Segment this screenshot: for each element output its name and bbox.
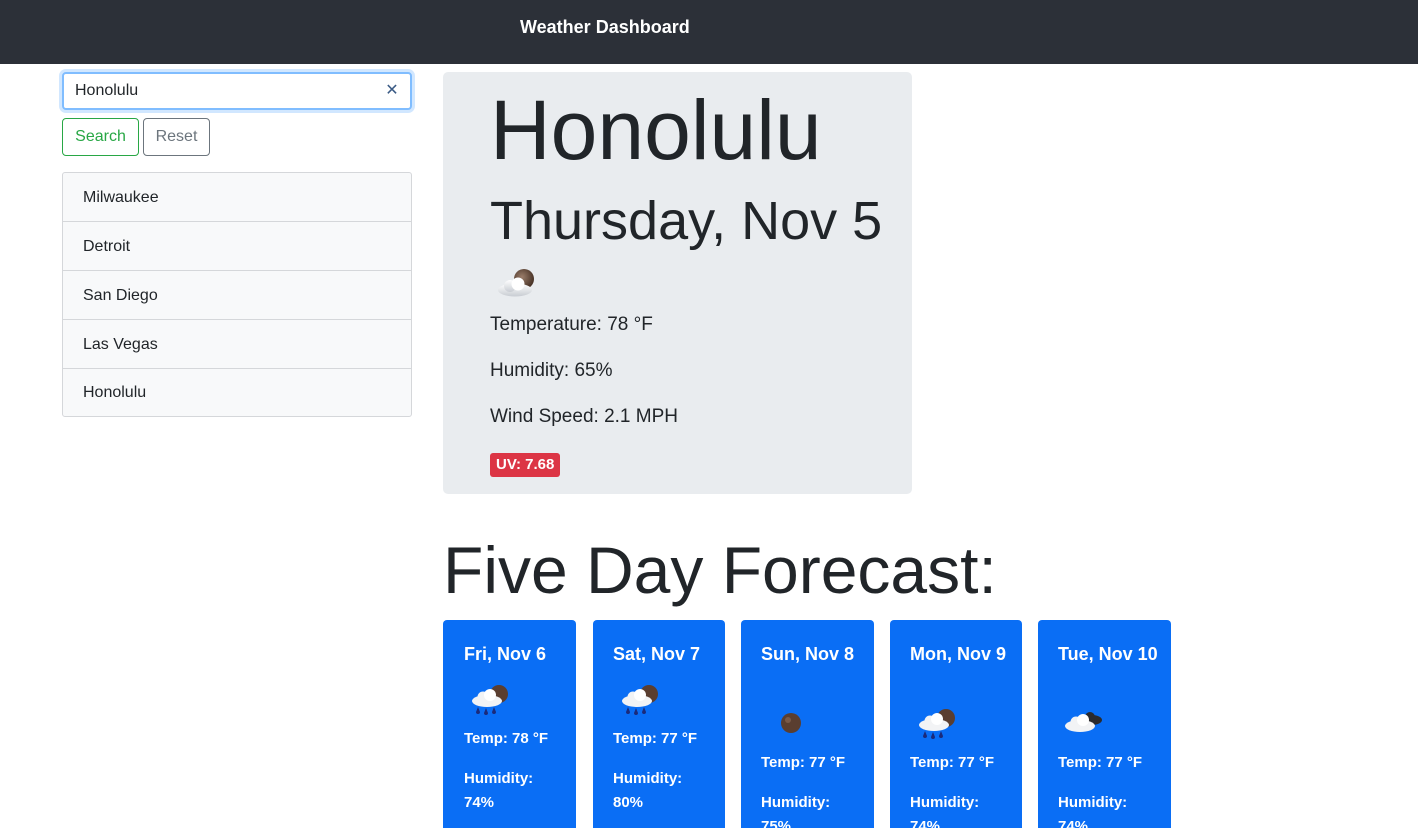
search-button[interactable]: Search xyxy=(62,118,139,156)
forecast-humidity: Humidity: 74% xyxy=(1058,794,1128,828)
clear-night-icon xyxy=(781,713,801,733)
current-weather-panel: Honolulu Thursday, Nov 5 Temperature: 78… xyxy=(443,72,912,494)
city-name: Honolulu xyxy=(490,83,822,177)
wind-speed: Wind Speed: 2.1 MPH xyxy=(490,406,678,427)
rain-night-icon xyxy=(472,685,508,715)
forecast-day: Tue, Nov 10 xyxy=(1058,644,1158,664)
forecast-title: Five Day Forecast: xyxy=(443,533,997,607)
forecast-card: Mon, Nov 9 Temp: 77 °F Humidity: 74% xyxy=(890,620,1022,828)
forecast-humidity: Humidity: 80% xyxy=(613,770,683,811)
close-icon[interactable]: ✕ xyxy=(384,83,400,99)
forecast-temp: Temp: 77 °F xyxy=(910,754,995,771)
history-item[interactable]: Detroit xyxy=(63,222,411,271)
current-date: Thursday, Nov 5 xyxy=(490,191,883,251)
forecast-humidity: Humidity: 74% xyxy=(910,794,980,828)
forecast-card: Sat, Nov 7 Temp: 77 °F Humidity: 80% xyxy=(593,620,725,828)
search-history-list: Milwaukee Detroit San Diego Las Vegas Ho… xyxy=(62,172,412,417)
history-item[interactable]: Las Vegas xyxy=(63,320,411,369)
forecast-humidity: Humidity: 75% xyxy=(761,794,831,828)
forecast-temp: Temp: 77 °F xyxy=(1058,754,1143,771)
uv-badge: UV: 7.68 xyxy=(490,453,561,477)
forecast-day: Fri, Nov 6 xyxy=(464,644,547,664)
forecast-card: Sun, Nov 8 Temp: 77 °F Humidity: 75% xyxy=(741,620,874,828)
navbar-title[interactable]: Weather Dashboard xyxy=(520,17,690,38)
humidity: Humidity: 65% xyxy=(490,360,613,381)
temperature: Temperature: 78 °F xyxy=(490,314,653,335)
forecast-card: Tue, Nov 10 Temp: 77 °F Humidity: 74% xyxy=(1038,620,1171,828)
navbar: Weather Dashboard xyxy=(0,0,1418,64)
rain-night-icon xyxy=(622,685,658,715)
history-item[interactable]: San Diego xyxy=(63,271,411,320)
search-input[interactable] xyxy=(64,74,374,108)
forecast-day: Sat, Nov 7 xyxy=(613,644,701,664)
forecast-day: Sun, Nov 8 xyxy=(761,644,855,664)
reset-button[interactable]: Reset xyxy=(143,118,210,156)
rain-night-icon xyxy=(919,709,955,739)
broken-clouds-night-icon xyxy=(1065,712,1102,732)
history-item[interactable]: Honolulu xyxy=(63,369,411,416)
search-box: ✕ xyxy=(62,72,412,110)
forecast-temp: Temp: 77 °F xyxy=(613,730,698,747)
history-item[interactable]: Milwaukee xyxy=(63,173,411,222)
forecast-temp: Temp: 77 °F xyxy=(761,754,846,771)
forecast-day: Mon, Nov 9 xyxy=(910,644,1007,664)
forecast-card: Fri, Nov 6 Temp: 78 °F Humidity: 74% xyxy=(443,620,576,828)
partly-cloudy-night-icon xyxy=(498,269,534,297)
forecast-humidity: Humidity: 74% xyxy=(464,770,534,811)
forecast-temp: Temp: 78 °F xyxy=(464,730,549,747)
